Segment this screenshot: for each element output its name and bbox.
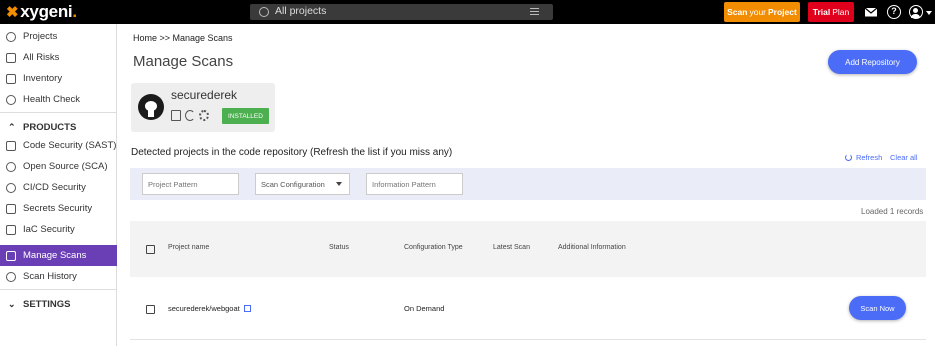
sidebar-item-all-risks[interactable]: All Risks — [0, 47, 117, 68]
project-selector-label: All projects — [275, 5, 327, 17]
refresh-link[interactable]: Refresh — [845, 153, 882, 162]
detected-projects-heading: Detected projects in the code repository… — [131, 147, 453, 158]
breadcrumb[interactable]: Home >> Manage Scans — [133, 33, 233, 43]
scan-configuration-select[interactable]: Scan Configuration — [255, 173, 350, 195]
products-header-label: PRODUCTS — [23, 121, 77, 133]
caret-down-icon — [336, 182, 342, 186]
sidebar-divider — [0, 112, 117, 113]
sidebar-item-secrets-security[interactable]: Secrets Security — [0, 198, 117, 219]
sidebar-item-code-security[interactable]: Code Security (SAST) — [0, 135, 117, 156]
sidebar-item-label: Code Security (SAST) — [23, 140, 117, 151]
sidebar-item-inventory[interactable]: Inventory — [0, 68, 117, 89]
cicd-icon — [6, 182, 16, 193]
delete-icon[interactable] — [171, 110, 181, 121]
open-source-icon — [6, 161, 16, 172]
inventory-icon — [6, 73, 16, 84]
project-selector[interactable]: All projects — [250, 4, 553, 20]
row-checkbox[interactable] — [146, 305, 155, 314]
chevron-down-icon: ⌄ — [8, 298, 16, 309]
scan-now-button[interactable]: Scan Now — [849, 296, 906, 320]
filter-bar: Scan Configuration — [130, 168, 926, 200]
health-check-icon — [6, 94, 16, 105]
page-title: Manage Scans — [133, 53, 234, 70]
settings-header-label: SETTINGS — [23, 298, 71, 310]
sidebar-item-label: Manage Scans — [23, 250, 87, 261]
xygeni-logo[interactable]: ✖ xygeni. — [6, 2, 77, 21]
sidebar-item-label: Secrets Security — [23, 203, 93, 214]
secrets-icon — [6, 203, 16, 214]
logo-text: xygeni — [20, 2, 73, 21]
scan-project-middle: your — [749, 7, 767, 17]
sidebar-item-label: All Risks — [23, 52, 60, 63]
sidebar-item-health-check[interactable]: Health Check — [0, 89, 117, 110]
settings-gear-icon[interactable] — [199, 110, 209, 121]
sidebar-item-label: Scan History — [23, 271, 77, 282]
repository-name: securederek — [171, 88, 238, 102]
sidebar-item-label: Inventory — [23, 73, 63, 84]
logo-mark-icon: ✖ — [6, 4, 19, 21]
add-repository-button[interactable]: Add Repository — [828, 50, 917, 74]
sidebar-item-projects[interactable]: Projects — [0, 26, 117, 47]
scan-configuration-label: Scan Configuration — [261, 179, 325, 189]
user-icon[interactable] — [909, 5, 923, 19]
github-icon — [138, 94, 164, 120]
installed-badge: INSTALLED — [222, 108, 269, 124]
sidebar-item-iac-security[interactable]: IaC Security — [0, 219, 117, 240]
main-content: Home >> Manage Scans Manage Scans Add Re… — [117, 24, 935, 346]
scan-project-suffix: Project — [768, 7, 797, 17]
project-name[interactable]: securederek/webgoat — [168, 304, 240, 313]
sidebar-item-label: Projects — [23, 31, 58, 42]
sidebar-item-scan-history[interactable]: Scan History — [0, 266, 117, 287]
projects-icon — [6, 31, 16, 42]
column-header-additional-information[interactable]: Additional Information — [558, 244, 626, 251]
plan-label: Plan — [832, 7, 850, 17]
scan-your-project-button[interactable]: Scan your Project — [724, 2, 800, 22]
column-header-latest-scan[interactable]: Latest Scan — [493, 244, 530, 251]
sidebar: Projects All Risks Inventory Health Chec… — [0, 24, 117, 346]
external-link-icon[interactable] — [243, 305, 251, 312]
scan-history-icon — [6, 271, 16, 282]
code-security-icon — [6, 140, 16, 151]
user-menu-caret-icon[interactable] — [926, 11, 932, 15]
select-all-checkbox[interactable] — [146, 245, 155, 254]
sidebar-item-cicd-security[interactable]: CI/CD Security — [0, 177, 117, 198]
iac-icon — [6, 224, 16, 235]
products-section-header[interactable]: ⌃ PRODUCTS — [0, 118, 117, 136]
menu-icon — [530, 8, 539, 15]
sidebar-item-label: Open Source (SCA) — [23, 161, 108, 172]
sync-icon[interactable] — [185, 110, 195, 121]
mail-icon[interactable] — [864, 5, 878, 19]
risks-icon — [6, 52, 16, 63]
sidebar-item-manage-scans[interactable]: Manage Scans — [0, 245, 117, 266]
clear-all-link[interactable]: Clear all — [890, 153, 918, 162]
table-row: securederek/webgoat On Demand Scan Now — [130, 277, 926, 340]
manage-scans-icon — [6, 250, 16, 261]
chevron-up-icon: ⌃ — [8, 121, 16, 132]
sidebar-item-label: IaC Security — [23, 224, 75, 235]
loaded-records-count: Loaded 1 records — [861, 207, 924, 216]
column-header-configuration-type[interactable]: Configuration Type — [404, 244, 463, 251]
repository-card: securederek INSTALLED — [131, 83, 275, 132]
refresh-label: Refresh — [856, 153, 883, 162]
settings-section-header[interactable]: ⌄ SETTINGS — [0, 295, 117, 313]
sidebar-divider — [0, 289, 117, 290]
sidebar-item-open-source[interactable]: Open Source (SCA) — [0, 156, 117, 177]
trial-label: Trial — [812, 7, 831, 17]
sidebar-item-label: Health Check — [23, 94, 81, 105]
configuration-type-cell: On Demand — [404, 304, 445, 313]
help-icon[interactable]: ? — [887, 5, 901, 19]
information-pattern-input[interactable] — [366, 173, 463, 195]
column-header-status[interactable]: Status — [329, 244, 349, 251]
sidebar-item-label: CI/CD Security — [23, 182, 86, 193]
refresh-icon — [845, 154, 852, 161]
table-header: Project name Status Configuration Type L… — [130, 221, 926, 277]
trial-plan-button[interactable]: Trial Plan — [808, 2, 854, 22]
globe-icon — [259, 7, 269, 17]
scan-project-prefix: Scan — [727, 7, 748, 17]
project-name-cell[interactable]: securederek/webgoat — [168, 304, 251, 313]
project-pattern-input[interactable] — [142, 173, 239, 195]
column-header-project-name[interactable]: Project name — [168, 244, 209, 251]
top-bar: ✖ xygeni. All projects Scan your Project… — [0, 0, 935, 24]
